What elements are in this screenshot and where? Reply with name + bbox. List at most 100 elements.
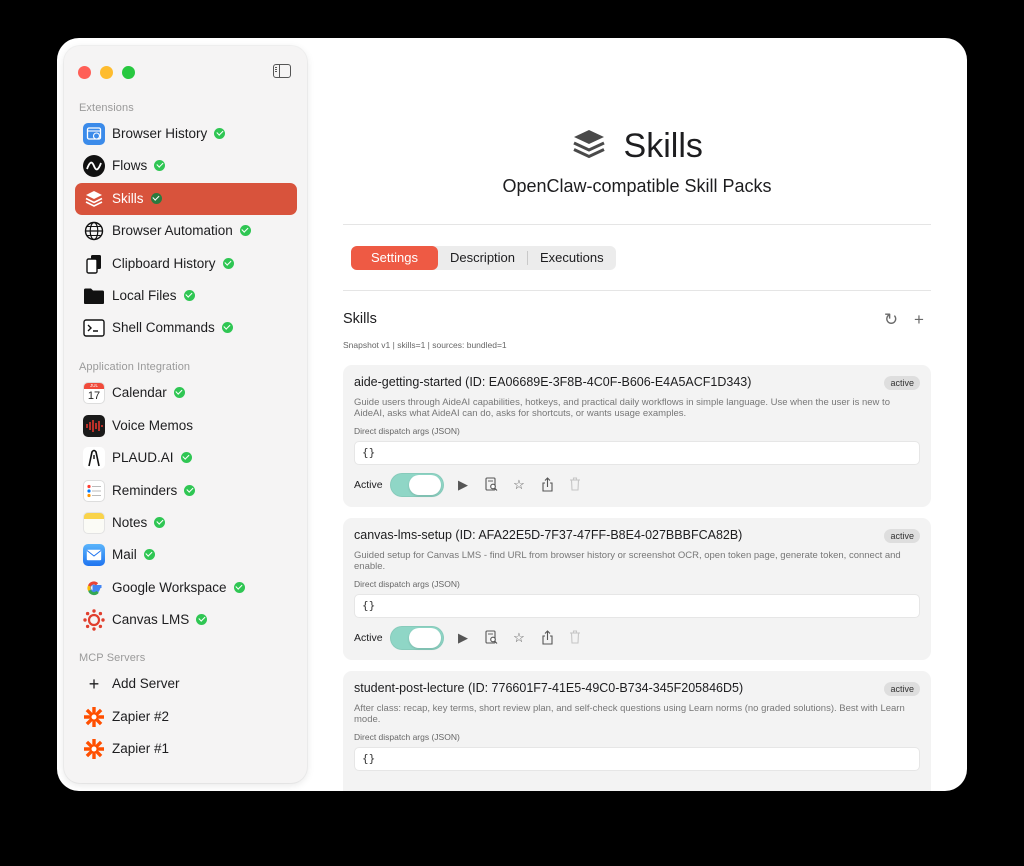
sidebar-item-mail[interactable]: Mail: [75, 539, 297, 571]
reminders-icon: [83, 480, 105, 502]
active-label: Active: [354, 479, 383, 491]
tab-bar: Settings Description Executions: [351, 246, 616, 270]
toggle-sidebar-icon[interactable]: [273, 64, 291, 78]
active-toggle[interactable]: [390, 626, 444, 650]
clipboard-icon: [83, 253, 105, 275]
sidebar-item-reminders[interactable]: Reminders: [75, 475, 297, 507]
run-icon[interactable]: ▶: [455, 630, 471, 646]
sidebar-item-shell-commands[interactable]: Shell Commands: [75, 312, 297, 344]
sidebar-item-label: Flows: [112, 158, 148, 173]
voice-memos-icon: [83, 415, 105, 437]
skills-snapshot-meta: Snapshot v1 | skills=1 | sources: bundle…: [343, 340, 507, 350]
terminal-icon: [83, 317, 105, 339]
zapier-icon: [83, 738, 105, 760]
skill-card: student-post-lecture (ID: 776601F7-41E5-…: [343, 671, 931, 791]
trash-icon[interactable]: [567, 477, 583, 493]
tab-settings[interactable]: Settings: [351, 246, 438, 270]
sidebar: Extensions Browser History Flows Skills: [64, 46, 307, 783]
sidebar-item-label: Canvas LMS: [112, 612, 190, 627]
args-label: Direct dispatch args (JSON): [354, 579, 460, 589]
sidebar-item-flows[interactable]: Flows: [75, 150, 297, 182]
notes-icon: [83, 512, 105, 534]
sidebar-item-label: Clipboard History: [112, 256, 216, 271]
check-icon: [239, 224, 251, 236]
args-label: Direct dispatch args (JSON): [354, 426, 460, 436]
check-icon: [184, 484, 196, 496]
status-badge: active: [884, 682, 920, 696]
zapier-icon: [83, 706, 105, 728]
check-icon: [173, 386, 185, 398]
sidebar-item-clipboard-history[interactable]: Clipboard History: [75, 248, 297, 280]
check-icon: [180, 451, 192, 463]
section-label-mcp-servers: MCP Servers: [79, 652, 146, 664]
run-icon[interactable]: ▶: [455, 477, 471, 493]
google-icon: [83, 577, 105, 599]
skills-stack-icon: [571, 126, 607, 166]
browser-history-icon: [83, 123, 105, 145]
skill-name: canvas-lms-setup (ID: AFA22E5D-7F37-47FF…: [354, 528, 743, 542]
close-window-button[interactable]: [78, 66, 91, 79]
args-label: Direct dispatch args (JSON): [354, 732, 460, 742]
star-icon[interactable]: ☆: [511, 630, 527, 646]
status-badge: active: [884, 376, 920, 390]
share-icon[interactable]: [539, 477, 555, 493]
share-icon[interactable]: [539, 630, 555, 646]
check-icon: [214, 127, 226, 139]
sidebar-item-zapier-2[interactable]: Zapier #2: [75, 701, 297, 733]
sidebar-item-label: Add Server: [112, 676, 180, 691]
trash-icon[interactable]: [567, 630, 583, 646]
page-subtitle: OpenClaw-compatible Skill Packs: [502, 176, 772, 196]
divider: [343, 290, 931, 291]
sidebar-item-browser-automation[interactable]: Browser Automation: [75, 215, 297, 247]
inspect-icon[interactable]: [483, 477, 499, 493]
zoom-window-button[interactable]: [122, 66, 135, 79]
sidebar-item-notes[interactable]: Notes: [75, 507, 297, 539]
sidebar-item-label: Zapier #2: [112, 709, 170, 724]
sidebar-item-google-workspace[interactable]: Google Workspace: [75, 572, 297, 604]
sidebar-item-label: Reminders: [112, 483, 178, 498]
inspect-icon[interactable]: [483, 630, 499, 646]
add-skill-icon[interactable]: +: [911, 311, 927, 328]
sidebar-item-label: Zapier #1: [112, 741, 170, 756]
check-icon: [196, 613, 208, 625]
tab-description[interactable]: Description: [438, 246, 527, 270]
mail-icon: [83, 544, 105, 566]
minimize-window-button[interactable]: [100, 66, 113, 79]
sidebar-item-label: Notes: [112, 515, 148, 530]
skill-name: student-post-lecture (ID: 776601F7-41E5-…: [354, 681, 744, 695]
dispatch-args-input[interactable]: {}: [354, 441, 920, 465]
sidebar-item-local-files[interactable]: Local Files: [75, 280, 297, 312]
sidebar-item-calendar[interactable]: JUL 17 Calendar: [75, 377, 297, 409]
star-icon[interactable]: ☆: [511, 477, 527, 493]
sidebar-item-skills[interactable]: Skills: [75, 183, 297, 215]
add-server-button[interactable]: + Add Server: [75, 668, 297, 700]
sidebar-item-voice-memos[interactable]: Voice Memos: [75, 410, 297, 442]
dispatch-args-input[interactable]: {}: [354, 594, 920, 618]
skill-description: Guide users through AideAI capabilities,…: [354, 397, 890, 419]
skills-icon: [83, 188, 105, 210]
active-toggle[interactable]: [390, 473, 444, 497]
skill-card: aide-getting-started (ID: EA06689E-3F8B-…: [343, 365, 931, 507]
tab-executions[interactable]: Executions: [528, 246, 616, 270]
sidebar-item-label: Voice Memos: [112, 418, 194, 433]
sidebar-item-canvas-lms[interactable]: Canvas LMS: [75, 604, 297, 636]
skill-description: Guided setup for Canvas LMS - find URL f…: [354, 550, 901, 572]
refresh-icon[interactable]: ↻: [883, 311, 899, 328]
sidebar-item-label: Browser History: [112, 126, 208, 141]
sidebar-item-label: Shell Commands: [112, 320, 215, 335]
sidebar-item-label: PLAUD.AI: [112, 450, 174, 465]
check-icon: [150, 192, 162, 204]
sidebar-item-zapier-1[interactable]: Zapier #1: [75, 733, 297, 765]
main-content: Skills OpenClaw-compatible Skill Packs S…: [343, 38, 931, 791]
sidebar-item-browser-history[interactable]: Browser History: [75, 118, 297, 150]
check-icon: [222, 257, 234, 269]
skill-name: aide-getting-started (ID: EA06689E-3F8B-…: [354, 375, 752, 389]
canvas-icon: [83, 609, 105, 631]
sidebar-item-label: Mail: [112, 547, 137, 562]
section-label-app-integration: Application Integration: [79, 361, 191, 373]
skill-description: After class: recap, key terms, short rev…: [354, 703, 905, 725]
check-icon: [183, 289, 195, 301]
dispatch-args-input[interactable]: {}: [354, 747, 920, 771]
sidebar-item-plaud-ai[interactable]: PLAUD.AI: [75, 442, 297, 474]
section-label-extensions: Extensions: [79, 102, 134, 114]
